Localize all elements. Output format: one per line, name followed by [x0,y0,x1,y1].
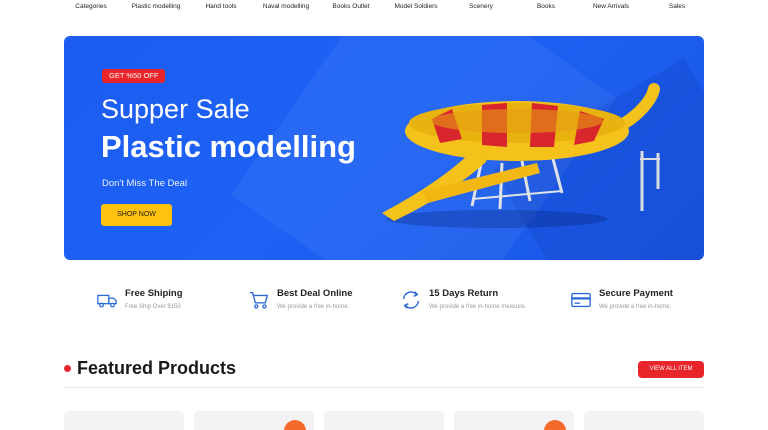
product-card[interactable] [584,411,704,430]
feature-title: Best Deal Online [277,288,353,299]
view-all-button[interactable]: VIEW ALL ITEM [638,361,704,378]
discount-badge: GET %50 OFF [102,69,166,83]
product-card[interactable] [194,411,314,430]
nav-item-plastic-modelling[interactable]: Plastic modelling [132,3,181,10]
shop-now-button[interactable]: SHOP NOW [101,204,172,226]
nav-item-books-outlet[interactable]: Books Outlet [332,3,369,10]
feature-description: We provide a free in-home measure. [429,304,527,310]
feature-title: Free Shiping [125,288,183,299]
hero-tagline: Don't Miss The Deal [102,178,188,189]
hero-title: Plastic modelling [101,129,356,164]
feature-description: We provide a free in-home. [277,304,350,310]
feature-description: We provide a free in-home. [599,304,672,310]
feature-title: 15 Days Return [429,288,499,299]
sale-badge [284,420,306,430]
return-icon [402,291,420,309]
truck-icon [97,294,117,308]
top-navigation: Categories Plastic modelling Hand tools … [0,0,768,14]
nav-item-new-arrivals[interactable]: New Arrivals [593,3,629,10]
feature-description: Free Ship Over $150 [125,304,181,310]
nav-item-naval-modelling[interactable]: Naval modelling [263,3,309,10]
water-slide-image [382,83,660,228]
nav-item-books[interactable]: Books [537,3,555,10]
featured-products-title: Featured Products [77,358,237,378]
product-card[interactable] [64,411,184,430]
nav-item-sales[interactable]: Sales [669,3,685,10]
nav-item-model-soldiers[interactable]: Model Soldiers [395,3,438,10]
feature-title: Secure Payment [599,288,673,299]
hero-banner: GET %50 OFF Supper Sale Plastic modellin… [64,36,704,260]
hero-subtitle: Supper Sale [101,94,250,124]
product-card[interactable] [454,411,574,430]
section-dot [64,365,71,372]
section-divider [64,387,704,388]
features-row: Free Shiping Free Ship Over $150 Best De… [64,284,704,318]
nav-item-categories[interactable]: Categories [75,3,106,10]
nav-item-scenery[interactable]: Scenery [469,3,493,10]
nav-item-hand-tools[interactable]: Hand tools [205,3,236,10]
credit-card-icon [571,292,591,308]
cart-icon [249,291,268,309]
sale-badge [544,420,566,430]
product-card[interactable] [324,411,444,430]
